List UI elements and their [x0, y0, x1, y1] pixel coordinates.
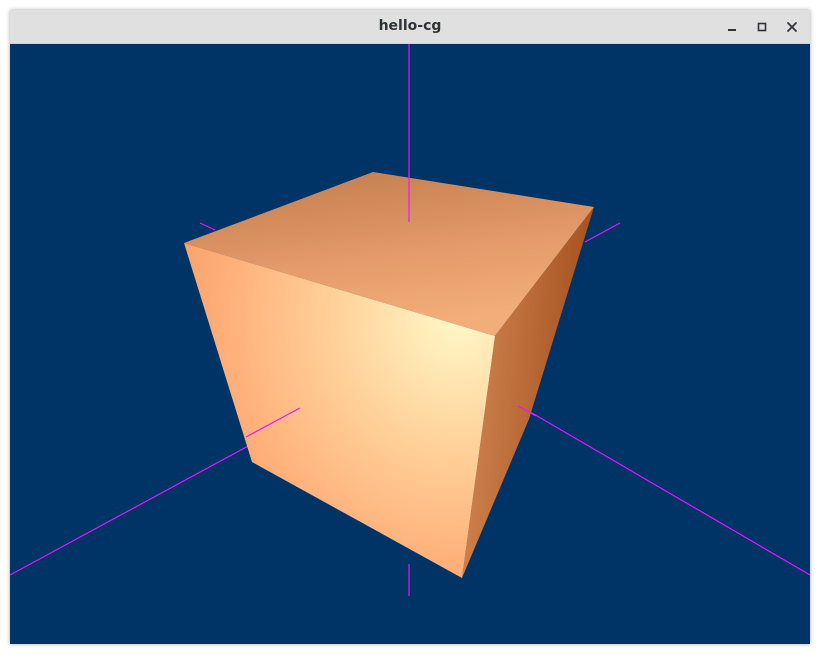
maximize-icon	[757, 22, 767, 32]
maximize-button[interactable]	[752, 17, 772, 37]
cube-scene	[10, 44, 810, 596]
close-button[interactable]	[782, 17, 802, 37]
cube	[184, 172, 594, 578]
window-title: hello-cg	[378, 18, 442, 34]
back-axis-right	[584, 222, 621, 243]
z-axis-line	[519, 405, 810, 576]
back-axis-left	[199, 222, 216, 231]
app-window: hello-cg	[10, 10, 810, 644]
title-bar[interactable]: hello-cg	[10, 10, 810, 44]
minimize-button[interactable]	[722, 17, 742, 37]
close-icon	[787, 22, 797, 32]
minimize-icon	[728, 29, 736, 31]
gl-viewport[interactable]	[10, 44, 810, 644]
